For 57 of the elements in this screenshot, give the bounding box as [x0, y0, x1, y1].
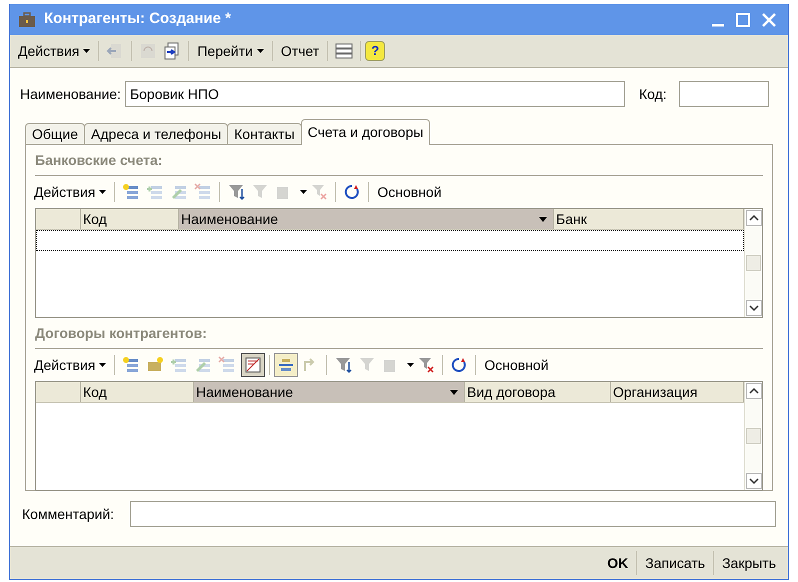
hierarchy-button[interactable]: [274, 353, 298, 377]
list-icon: [278, 357, 294, 373]
column-header[interactable]: Организация: [611, 382, 744, 402]
scroll-thumb[interactable]: [746, 255, 761, 271]
scroll-up-icon[interactable]: [746, 210, 762, 226]
column-header[interactable]: Вид договора: [465, 382, 611, 402]
caret-icon: [99, 363, 106, 367]
scroll-down-icon[interactable]: [746, 300, 762, 316]
caret-icon: [300, 190, 308, 194]
edit-mode-button[interactable]: [241, 353, 266, 377]
name-label: Наименование:: [20, 84, 121, 104]
sort-caret-icon: [539, 216, 547, 222]
comment-field[interactable]: [130, 501, 776, 527]
form-icon: [245, 357, 262, 373]
section-title: Банковские счета:: [35, 152, 162, 168]
actions-menu-button[interactable]: Действия: [30, 180, 110, 204]
tab[interactable]: Адреса и телефоны: [84, 123, 228, 145]
scroll-up-icon[interactable]: [746, 383, 762, 399]
comment-label: Комментарий:: [22, 504, 114, 524]
sort-caret-icon: [450, 390, 458, 394]
code-label: Код:: [638, 84, 667, 104]
main-label: Основной: [376, 182, 443, 202]
tab[interactable]: Общие: [25, 123, 86, 145]
scrollbar[interactable]: [744, 382, 762, 490]
scroll-down-icon[interactable]: [746, 473, 762, 489]
name-field[interactable]: Боровик НПО: [124, 81, 625, 107]
column-header[interactable]: Наименование: [194, 382, 465, 402]
tab[interactable]: Контакты: [227, 123, 302, 145]
maximize-icon[interactable]: [736, 12, 750, 26]
caret-icon: [83, 49, 90, 53]
help-button[interactable]: ?: [365, 41, 386, 61]
caret-icon: [99, 190, 106, 194]
dialog-button[interactable]: Записать: [637, 552, 714, 574]
corner-header: [36, 382, 81, 402]
close-icon[interactable]: [762, 12, 776, 26]
column-header[interactable]: Код: [81, 382, 194, 402]
report-button[interactable]: Отчет: [276, 40, 324, 62]
column-header[interactable]: Банк: [554, 209, 744, 229]
actions-menu-button[interactable]: Перейти: [193, 39, 268, 63]
column-header[interactable]: Наименование: [179, 209, 554, 229]
column-header[interactable]: Код: [81, 209, 179, 229]
corner-header: [36, 209, 81, 229]
tab[interactable]: Счета и договоры: [300, 119, 430, 145]
briefcase-icon: [18, 12, 36, 28]
code-field[interactable]: [678, 81, 769, 107]
dialog-button[interactable]: OK: [599, 552, 636, 574]
caret-icon: [256, 49, 264, 53]
scrollbar[interactable]: [744, 209, 762, 317]
window-title: Контрагенты: Создание *: [44, 9, 232, 30]
dialog-button[interactable]: Закрыть: [714, 552, 784, 574]
actions-menu-button[interactable]: Действия: [30, 353, 110, 377]
main-label: Основной: [483, 356, 550, 374]
scroll-thumb[interactable]: [746, 428, 761, 444]
actions-menu-button[interactable]: Действия: [14, 39, 94, 63]
caret-icon: [407, 363, 414, 367]
selected-row[interactable]: [36, 230, 744, 251]
section-title: Договоры контрагентов:: [35, 325, 207, 341]
